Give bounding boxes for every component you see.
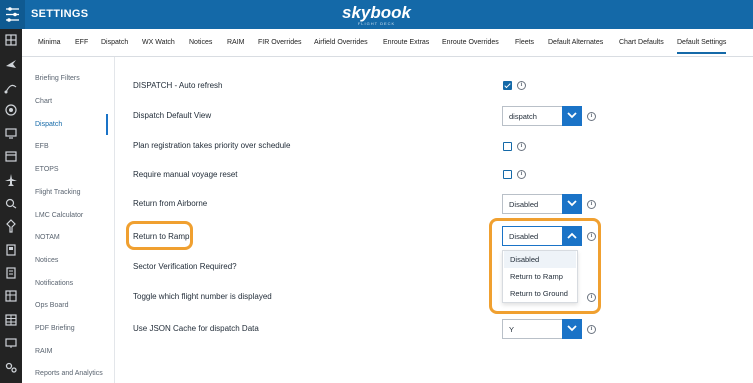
plan-registration-checkbox[interactable] <box>503 142 512 151</box>
brand-logo: skybook <box>342 3 411 22</box>
sidebar-item-ops-board[interactable]: Ops Board <box>35 302 68 309</box>
route-icon[interactable] <box>4 80 18 94</box>
calendar-icon[interactable] <box>4 149 18 163</box>
auto-refresh-label: DISPATCH - Auto refresh <box>133 81 223 90</box>
screen-icon[interactable] <box>4 336 18 350</box>
settings-sidebar: Briefing Filters Chart Dispatch EFB ETOP… <box>22 57 115 383</box>
app-icon-rail <box>0 29 22 383</box>
table-icon[interactable] <box>4 313 18 327</box>
app-header: SETTINGS skybook FLIGHT DECK <box>0 0 753 29</box>
return-ramp-label: Return to Ramp <box>133 232 190 241</box>
json-cache-label: Use JSON Cache for dispatch Data <box>133 324 259 333</box>
json-cache-select[interactable]: Y <box>502 319 582 339</box>
info-icon[interactable]: i <box>587 200 596 209</box>
weather-icon[interactable] <box>4 196 18 210</box>
tab-eff[interactable]: EFF <box>75 39 88 46</box>
plane-icon[interactable] <box>4 57 18 71</box>
book-icon[interactable] <box>4 243 18 257</box>
sidebar-item-notifications[interactable]: Notifications <box>35 280 73 287</box>
layers-icon[interactable] <box>4 289 18 303</box>
default-view-label: Dispatch Default View <box>133 111 212 120</box>
tab-fir-overrides[interactable]: FIR Overrides <box>258 39 302 46</box>
info-icon[interactable]: i <box>587 112 596 121</box>
sidebar-item-efb[interactable]: EFB <box>35 143 49 150</box>
return-airborne-value: Disabled <box>509 200 539 209</box>
tab-default-alternates[interactable]: Default Alternates <box>548 39 603 46</box>
tab-minima[interactable]: Minima <box>38 39 61 46</box>
tab-raim[interactable]: RAIM <box>227 39 245 46</box>
default-view-select[interactable]: dispatch <box>502 106 582 126</box>
sidebar-item-notam[interactable]: NOTAM <box>35 234 60 241</box>
default-view-value: dispatch <box>509 112 537 121</box>
sidebar-item-dispatch[interactable]: Dispatch <box>35 121 62 128</box>
sidebar-item-flight-tracking[interactable]: Flight Tracking <box>35 189 81 196</box>
gears-icon[interactable] <box>4 360 18 374</box>
tab-notices[interactable]: Notices <box>189 39 212 46</box>
settings-tab-bar: Minima EFF Dispatch WX Watch Notices RAI… <box>22 29 753 57</box>
tab-airfield-overrides[interactable]: Airfield Overrides <box>314 39 368 46</box>
brand-tagline: FLIGHT DECK <box>357 21 396 26</box>
sidebar-item-chart[interactable]: Chart <box>35 98 52 105</box>
plan-registration-label: Plan registration takes priority over sc… <box>133 141 291 150</box>
chevron-down-icon[interactable] <box>562 319 582 339</box>
grid-icon[interactable] <box>4 33 18 47</box>
sidebar-item-pdf-briefing[interactable]: PDF Briefing <box>35 325 75 332</box>
monitor-icon[interactable] <box>4 126 18 140</box>
sidebar-item-lmc-calculator[interactable]: LMC Calculator <box>35 212 83 219</box>
chevron-down-icon[interactable] <box>562 106 582 126</box>
tab-enroute-extras[interactable]: Enroute Extras <box>383 39 429 46</box>
highlight-return-ramp-dropdown <box>489 218 601 314</box>
pin-icon[interactable] <box>4 219 18 233</box>
sidebar-item-reports-analytics[interactable]: Reports and Analytics <box>35 370 103 377</box>
tab-chart-defaults[interactable]: Chart Defaults <box>619 39 664 46</box>
active-indicator <box>106 114 108 135</box>
info-icon[interactable]: i <box>517 81 526 90</box>
toggle-flight-number-label: Toggle which flight number is displayed <box>133 292 272 301</box>
sidebar-item-raim[interactable]: RAIM <box>35 348 53 355</box>
tab-default-settings[interactable]: Default Settings <box>677 39 727 54</box>
sidebar-item-etops[interactable]: ETOPS <box>35 166 59 173</box>
manual-reset-label: Require manual voyage reset <box>133 170 238 179</box>
tab-dispatch[interactable]: Dispatch <box>101 39 128 46</box>
info-icon[interactable]: i <box>587 325 596 334</box>
checklist-icon[interactable] <box>4 266 18 280</box>
auto-refresh-checkbox[interactable] <box>503 81 512 90</box>
sidebar-item-briefing-filters[interactable]: Briefing Filters <box>35 75 80 82</box>
tab-enroute-overrides[interactable]: Enroute Overrides <box>442 39 499 46</box>
return-airborne-select[interactable]: Disabled <box>502 194 582 214</box>
info-icon[interactable]: i <box>517 170 526 179</box>
info-icon[interactable]: i <box>517 142 526 151</box>
tab-fleets[interactable]: Fleets <box>515 39 534 46</box>
sector-verification-label: Sector Verification Required? <box>133 262 237 271</box>
return-airborne-label: Return from Airborne <box>133 199 208 208</box>
manual-reset-checkbox[interactable] <box>503 170 512 179</box>
chevron-down-icon[interactable] <box>562 194 582 214</box>
sidebar-item-notices[interactable]: Notices <box>35 257 58 264</box>
globe-icon[interactable] <box>4 103 18 117</box>
aircraft-icon[interactable] <box>4 173 18 187</box>
tab-wx-watch[interactable]: WX Watch <box>142 39 175 46</box>
json-cache-value: Y <box>509 325 515 334</box>
